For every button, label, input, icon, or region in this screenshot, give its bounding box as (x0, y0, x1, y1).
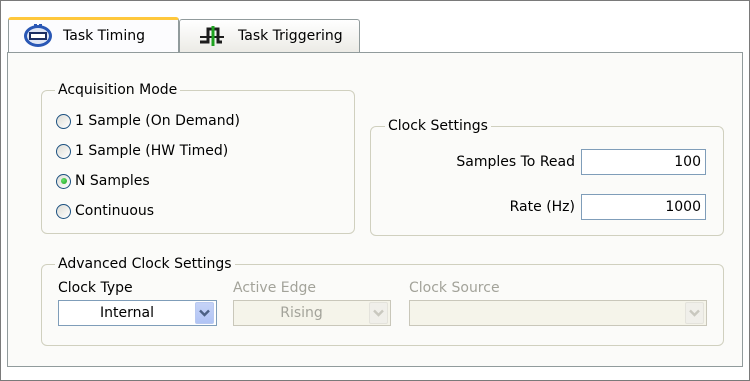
radio-button-selected[interactable] (56, 173, 71, 189)
tab-task-timing-label: Task Timing (63, 28, 145, 44)
rate-label: Rate (Hz) (509, 199, 575, 215)
radio-option-hw-timed[interactable]: 1 Sample (HW Timed) (56, 141, 228, 161)
active-edge-value: Rising (280, 305, 323, 321)
radio-option-n-samples[interactable]: N Samples (56, 171, 150, 191)
chevron-down-icon[interactable] (195, 302, 214, 324)
radio-option-on-demand[interactable]: 1 Sample (On Demand) (56, 111, 240, 131)
tab-task-triggering[interactable]: Task Triggering (179, 19, 360, 52)
clock-type-label: Clock Type (58, 280, 133, 296)
radio-button[interactable] (56, 113, 71, 129)
radio-label: 1 Sample (HW Timed) (75, 143, 229, 159)
rate-input[interactable]: 1000 (581, 194, 706, 220)
clock-type-value: Internal (100, 305, 154, 321)
clock-settings-group: Clock Settings Samples To Read 100 Rate … (370, 117, 724, 236)
trigger-waveform-icon (198, 25, 230, 47)
chevron-down-icon (369, 302, 388, 324)
samples-to-read-label: Samples To Read (456, 154, 575, 170)
clock-source-label: Clock Source (409, 280, 500, 296)
active-edge-label: Active Edge (233, 280, 316, 296)
tab-task-timing[interactable]: Task Timing (8, 17, 179, 52)
clock-type-select[interactable]: Internal (58, 300, 217, 326)
samples-to-read-input[interactable]: 100 (581, 149, 706, 175)
radio-button[interactable] (56, 143, 71, 159)
radio-label: Continuous (75, 203, 155, 219)
advanced-clock-settings-group: Advanced Clock Settings Clock Type Inter… (41, 255, 724, 346)
radio-label: N Samples (75, 173, 150, 189)
radio-label: 1 Sample (On Demand) (75, 113, 240, 129)
acquisition-mode-group: Acquisition Mode 1 Sample (On Demand) 1 … (41, 81, 355, 234)
clock-settings-title: Clock Settings (385, 117, 491, 135)
radio-option-continuous[interactable]: Continuous (56, 201, 154, 221)
clock-chip-icon (23, 24, 53, 48)
acquisition-mode-title: Acquisition Mode (55, 81, 181, 99)
radio-selected-dot (60, 178, 67, 184)
chevron-down-icon (685, 302, 704, 324)
active-edge-select: Rising (233, 300, 391, 326)
advanced-clock-settings-title: Advanced Clock Settings (55, 255, 235, 273)
clock-source-select (409, 300, 707, 326)
radio-button[interactable] (56, 203, 71, 219)
tab-task-triggering-label: Task Triggering (238, 28, 343, 44)
